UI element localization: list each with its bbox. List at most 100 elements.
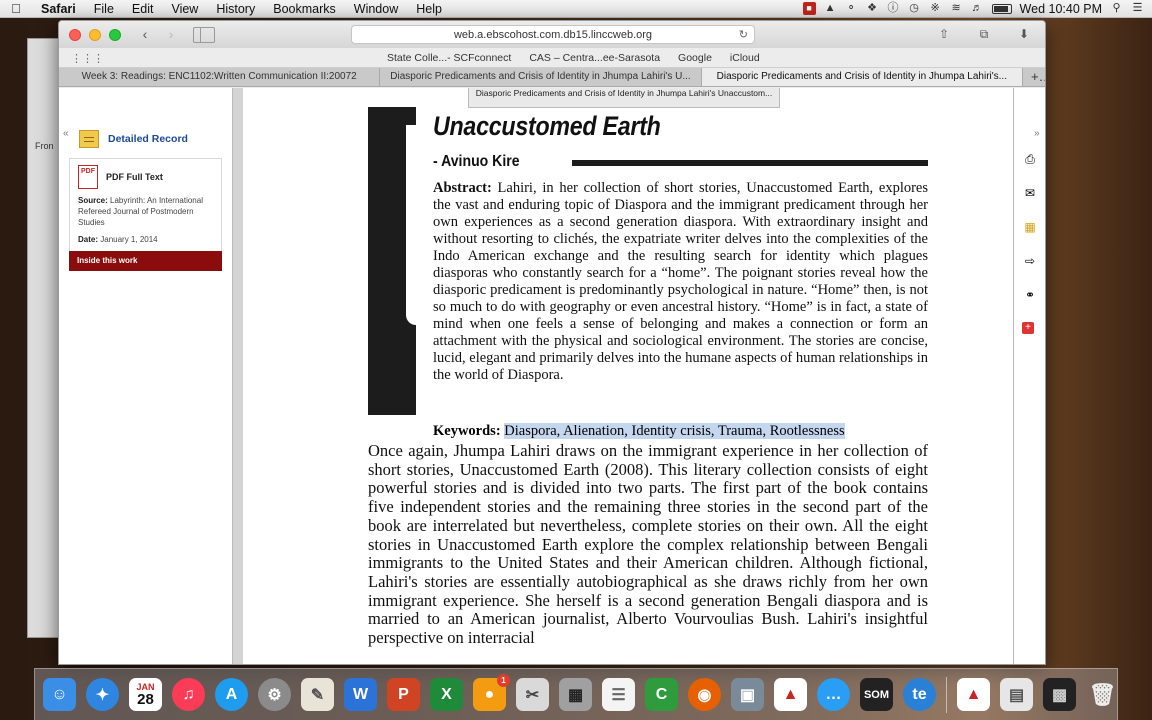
- menu-window[interactable]: Window: [345, 2, 407, 16]
- menu-file[interactable]: File: [85, 2, 123, 16]
- volume-icon[interactable]: ♬: [971, 2, 984, 15]
- menu-view[interactable]: View: [162, 2, 207, 16]
- record-icon: [79, 130, 99, 148]
- preview-icon[interactable]: ✎: [301, 678, 334, 711]
- nav-buttons: ‹ ›: [135, 26, 181, 44]
- word-icon[interactable]: W: [344, 678, 377, 711]
- messages-icon[interactable]: …: [817, 678, 850, 711]
- pdf-full-text-link[interactable]: PDF PDF Full Text: [78, 165, 213, 189]
- calculator-icon[interactable]: ▦: [559, 678, 592, 711]
- notes-badge-app-icon[interactable]: ● 1: [473, 674, 510, 711]
- abstract: Abstract: Lahiri, in her collection of s…: [433, 180, 928, 384]
- dock-separator: [946, 676, 947, 713]
- menu-safari[interactable]: Safari: [32, 2, 85, 16]
- background-window-label: Fron: [35, 141, 54, 151]
- sync-icon[interactable]: ⚬: [845, 2, 858, 15]
- new-tab-icon[interactable]: +: [1023, 68, 1045, 86]
- system-preferences-icon[interactable]: ⚙: [258, 678, 291, 711]
- date-label: Date:: [78, 235, 99, 244]
- firefox-icon[interactable]: ◉: [688, 678, 721, 711]
- menu-help[interactable]: Help: [407, 2, 451, 16]
- address-bar-url: web.a.ebscohost.com.db15.linccweb.org: [453, 29, 653, 41]
- terminal-stack-icon[interactable]: ▩: [1043, 678, 1076, 711]
- detailed-record-link[interactable]: Detailed Record: [79, 130, 188, 148]
- tab-overview-icon[interactable]: ⧉: [975, 26, 993, 42]
- save-icon[interactable]: ▦: [1022, 220, 1038, 234]
- spotlight-icon[interactable]: ⚲: [1110, 2, 1123, 15]
- back-icon[interactable]: ‹: [135, 26, 155, 44]
- window-controls: [69, 28, 121, 41]
- bookmark-cas[interactable]: CAS – Centra...ee-Sarasota: [529, 52, 660, 64]
- bookmark-scfconnect[interactable]: State Colle...- SCFconnect: [387, 52, 511, 64]
- notification-center-icon[interactable]: ☰: [1131, 2, 1144, 15]
- textedit-icon[interactable]: ☰: [602, 678, 635, 711]
- som-icon[interactable]: SOM: [860, 678, 893, 711]
- trash-icon[interactable]: 🗑: [1086, 678, 1119, 711]
- right-tools: » ⎙ ✉ ▦ ⇨ ⚭ +: [1014, 88, 1045, 664]
- drive-icon[interactable]: ▲: [824, 2, 837, 15]
- collapse-left-icon[interactable]: «: [63, 128, 69, 139]
- menu-bookmarks[interactable]: Bookmarks: [264, 2, 345, 16]
- pdf-icon: PDF: [78, 165, 98, 189]
- pdf-tray-icon[interactable]: ■: [802, 2, 816, 15]
- apple-menu-icon[interactable]: : [0, 1, 32, 16]
- share-icon[interactable]: ⇧: [935, 26, 953, 42]
- detailed-record-label: Detailed Record: [108, 133, 188, 145]
- downloads-stack-icon[interactable]: ▤: [1000, 678, 1033, 711]
- cite-icon[interactable]: ⇨: [1022, 254, 1038, 268]
- bookmark-items: State Colle...- SCFconnect CAS – Centra.…: [387, 52, 760, 64]
- forward-icon[interactable]: ›: [161, 26, 181, 44]
- tab-bar: Week 3: Readings: ENC1102:Written Commun…: [59, 68, 1045, 87]
- email-icon[interactable]: ✉: [1022, 186, 1038, 200]
- app-store-icon[interactable]: A: [215, 678, 248, 711]
- inside-this-work-button[interactable]: Inside this work: [69, 251, 222, 271]
- keywords-text[interactable]: Diaspora, Alienation, Identity crisis, T…: [504, 423, 845, 439]
- permalink-icon[interactable]: ⚭: [1022, 288, 1038, 302]
- menu-edit[interactable]: Edit: [123, 2, 163, 16]
- tab-week3-readings[interactable]: Week 3: Readings: ENC1102:Written Commun…: [59, 68, 381, 86]
- pdf-title-tooltip: Diasporic Predicaments and Crisis of Ide…: [468, 88, 780, 108]
- bookmark-icloud[interactable]: iCloud: [730, 52, 760, 64]
- te-app-icon[interactable]: te: [903, 678, 936, 711]
- collapse-right-icon[interactable]: »: [1034, 128, 1040, 139]
- image-capture-icon[interactable]: ▣: [731, 678, 764, 711]
- tab-diasporic-1[interactable]: Diasporic Predicaments and Crisis of Ide…: [380, 68, 702, 86]
- top-sites-grid-icon[interactable]: ⋮⋮⋮: [71, 52, 104, 65]
- article-title: Unaccustomed Earth: [433, 111, 661, 141]
- powerpoint-icon[interactable]: P: [387, 678, 420, 711]
- battery-icon[interactable]: [991, 3, 1012, 14]
- camtasia-icon[interactable]: C: [645, 678, 678, 711]
- tab-diasporic-active[interactable]: Diasporic Predicaments and Crisis of Ide…: [701, 68, 1023, 86]
- sidebar-toggle-icon[interactable]: [193, 26, 215, 43]
- calendar-day: 28: [137, 690, 154, 708]
- zoom-window-button[interactable]: [109, 28, 121, 41]
- acrobat-icon[interactable]: ▲: [774, 678, 807, 711]
- bookmark-google[interactable]: Google: [678, 52, 712, 64]
- scissors-icon[interactable]: ✂: [516, 678, 549, 711]
- downloads-icon[interactable]: ⬇: [1015, 26, 1033, 42]
- source-label: Source:: [78, 196, 108, 205]
- abstract-text: Lahiri, in her collection of short stori…: [433, 180, 929, 383]
- excel-icon[interactable]: X: [430, 678, 463, 711]
- bluetooth-icon[interactable]: ※: [929, 2, 942, 15]
- safari-icon[interactable]: ✦: [86, 678, 119, 711]
- close-window-button[interactable]: [69, 28, 81, 41]
- print-icon[interactable]: ⎙: [1022, 152, 1038, 166]
- bookmarks-bar: ⋮⋮⋮ State Colle...- SCFconnect CAS – Cen…: [59, 48, 1045, 68]
- itunes-icon[interactable]: ♫: [172, 678, 205, 711]
- timemachine-icon[interactable]: ◷: [908, 2, 921, 15]
- macos-menubar:  Safari File Edit View History Bookmark…: [0, 0, 1152, 18]
- wifi-icon[interactable]: ≋: [950, 2, 963, 15]
- pdf-viewer[interactable]: Unaccustomed Earth - Avinuo Kire Abstrac…: [232, 88, 1014, 664]
- reload-icon[interactable]: ↻: [739, 26, 748, 44]
- pdf-document-icon[interactable]: ▲: [957, 678, 990, 711]
- dropbox-icon[interactable]: ❖: [866, 2, 879, 15]
- menu-history[interactable]: History: [207, 2, 264, 16]
- info-icon[interactable]: ⓘ: [887, 2, 900, 15]
- calendar-icon[interactable]: JAN 28: [129, 678, 162, 711]
- minimize-window-button[interactable]: [89, 28, 101, 41]
- menubar-clock[interactable]: Wed 10:40 PM: [1020, 2, 1102, 16]
- finder-icon[interactable]: ☺: [43, 678, 76, 711]
- share-plus-icon[interactable]: +: [1022, 322, 1034, 334]
- address-bar[interactable]: web.a.ebscohost.com.db15.linccweb.org ↻: [351, 25, 755, 44]
